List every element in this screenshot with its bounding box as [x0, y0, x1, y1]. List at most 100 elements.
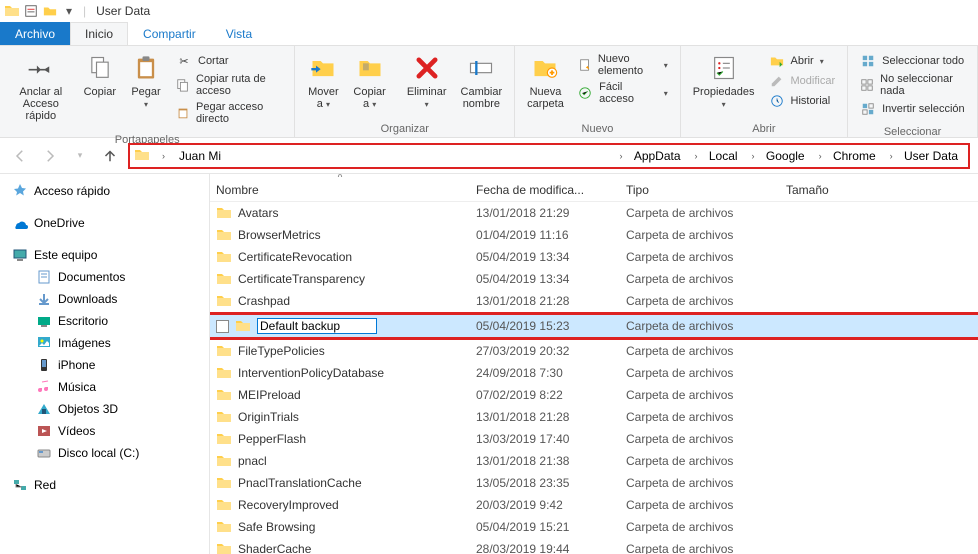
pin-quick-access-button[interactable]: Anclar alAcceso rápido — [6, 50, 76, 124]
breadcrumb-item[interactable]: › AppData — [613, 147, 686, 165]
tab-share[interactable]: Compartir — [128, 22, 211, 45]
paste-shortcut-button[interactable]: Pegar acceso directo — [174, 100, 284, 126]
cut-button[interactable]: ✂ Cortar — [174, 52, 284, 70]
open-button[interactable]: Abrir ▾ — [767, 52, 838, 70]
col-date[interactable]: Fecha de modifica... — [470, 179, 620, 201]
table-row[interactable]: OriginTrials13/01/2018 21:28Carpeta de a… — [210, 406, 978, 428]
table-row[interactable]: BrowserMetrics01/04/2019 11:16Carpeta de… — [210, 224, 978, 246]
address-bar[interactable]: › Juan Mi › AppData › Local › Google › C… — [128, 143, 970, 169]
table-row[interactable]: CertificateRevocation05/04/2019 13:34Car… — [210, 246, 978, 268]
delete-button[interactable]: Eliminar▾ — [401, 50, 453, 112]
file-name: MEIPreload — [238, 388, 301, 402]
sidebar-pc-item[interactable]: iPhone — [0, 354, 209, 376]
file-name: ShaderCache — [238, 542, 311, 554]
tab-file[interactable]: Archivo — [0, 22, 70, 45]
new-item-button[interactable]: Nuevo elemento ▾ — [576, 52, 670, 78]
sidebar-pc-item[interactable]: Objetos 3D — [0, 398, 209, 420]
sidebar-pc-item[interactable]: Documentos — [0, 266, 209, 288]
tab-home[interactable]: Inicio — [70, 22, 128, 45]
dropdown-icon[interactable]: ▾ — [61, 3, 77, 19]
folder-small-icon[interactable] — [42, 3, 58, 19]
back-button[interactable] — [8, 144, 32, 168]
forward-button[interactable] — [38, 144, 62, 168]
item-icon — [36, 313, 52, 329]
file-type: Carpeta de archivos — [620, 430, 780, 448]
sidebar-onedrive[interactable]: OneDrive — [0, 212, 209, 234]
select-all-button[interactable]: Seleccionar todo — [858, 52, 967, 70]
copy-to-button[interactable]: Copiara ▾ — [347, 50, 391, 112]
sidebar-quick-access[interactable]: Acceso rápido — [0, 180, 209, 202]
sidebar-network[interactable]: Red — [0, 474, 209, 496]
paste-button[interactable]: Pegar ▾ — [124, 50, 168, 112]
copy-button[interactable]: Copiar — [78, 50, 122, 100]
copy-label: Copiar — [84, 86, 116, 98]
item-icon — [36, 357, 52, 373]
rename-button[interactable]: Cambiarnombre — [455, 50, 509, 112]
table-row[interactable]: pnacl13/01/2018 21:38Carpeta de archivos — [210, 450, 978, 472]
sidebar-pc-item[interactable]: Disco local (C:) — [0, 442, 209, 464]
paste-label: Pegar — [131, 86, 160, 98]
edit-button[interactable]: Modificar — [767, 72, 838, 90]
recent-locations-button[interactable]: ▾ — [68, 144, 92, 168]
col-name[interactable]: Nombre — [210, 179, 470, 201]
row-checkbox[interactable] — [216, 320, 229, 333]
table-row[interactable]: InterventionPolicyDatabase24/09/2018 7:3… — [210, 362, 978, 384]
properties-icon[interactable] — [23, 3, 39, 19]
move-to-button[interactable]: Movera ▾ — [301, 50, 345, 112]
easy-access-button[interactable]: Fácil acceso ▾ — [576, 80, 670, 106]
sidebar-pc-item[interactable]: Música — [0, 376, 209, 398]
file-type: Carpeta de archivos — [620, 342, 780, 360]
group-open-label: Abrir — [681, 121, 847, 137]
table-row[interactable]: MEIPreload07/02/2019 8:22Carpeta de arch… — [210, 384, 978, 406]
sidebar-this-pc[interactable]: Este equipo — [0, 244, 209, 266]
folder-icon — [216, 365, 232, 381]
tab-view[interactable]: Vista — [211, 22, 267, 45]
folder-icon — [216, 205, 232, 221]
breadcrumb-item[interactable]: › Local — [689, 147, 744, 165]
copy-path-button[interactable]: Copiar ruta de acceso — [174, 72, 284, 98]
table-row[interactable]: FileTypePolicies27/03/2019 20:32Carpeta … — [210, 340, 978, 362]
up-button[interactable] — [98, 144, 122, 168]
sidebar-pc-item[interactable]: Escritorio — [0, 310, 209, 332]
breadcrumb-item[interactable]: Juan Mi — [173, 147, 227, 165]
breadcrumb-root-chevron[interactable]: › — [156, 149, 171, 163]
table-row[interactable]: Safe Browsing05/04/2019 15:21Carpeta de … — [210, 516, 978, 538]
table-row[interactable]: PnaclTranslationCache13/05/2018 23:35Car… — [210, 472, 978, 494]
delete-icon — [411, 52, 443, 84]
paste-shortcut-label: Pegar acceso directo — [196, 101, 282, 125]
nav-sidebar: Acceso rápido OneDrive Este equipo Docum… — [0, 174, 210, 554]
titlebar: ▾ | User Data — [0, 0, 978, 22]
breadcrumb-item[interactable]: › User Data — [884, 147, 964, 165]
history-button[interactable]: Historial — [767, 92, 838, 110]
file-name: OriginTrials — [238, 410, 299, 424]
table-row[interactable]: RecoveryImproved20/03/2019 9:42Carpeta d… — [210, 494, 978, 516]
select-none-button[interactable]: No seleccionar nada — [858, 72, 967, 98]
table-row[interactable]: PepperFlash13/03/2019 17:40Carpeta de ar… — [210, 428, 978, 450]
sidebar-pc-item[interactable]: Downloads — [0, 288, 209, 310]
sidebar-pc-item[interactable]: Imágenes — [0, 332, 209, 354]
file-date: 01/04/2019 11:16 — [470, 226, 620, 244]
table-row[interactable]: CertificateTransparency05/04/2019 13:34C… — [210, 268, 978, 290]
file-type: Carpeta de archivos — [620, 270, 780, 288]
table-row[interactable]: 05/04/2019 15:23Carpeta de archivos — [210, 315, 978, 337]
ribbon: Anclar alAcceso rápido Copiar Pegar ▾ ✂ … — [0, 46, 978, 138]
sidebar-pc-item[interactable]: Vídeos — [0, 420, 209, 442]
table-row[interactable]: Avatars13/01/2018 21:29Carpeta de archiv… — [210, 202, 978, 224]
rename-input[interactable] — [257, 318, 377, 334]
breadcrumb-item[interactable]: › Chrome — [813, 147, 882, 165]
col-size[interactable]: Tamaño — [780, 179, 860, 201]
network-icon — [12, 477, 28, 493]
item-icon — [36, 379, 52, 395]
edit-label: Modificar — [791, 75, 836, 87]
invert-selection-button[interactable]: Invertir selección — [858, 100, 967, 118]
item-icon — [36, 291, 52, 307]
file-name: FileTypePolicies — [238, 344, 325, 358]
file-type: Carpeta de archivos — [620, 496, 780, 514]
table-row[interactable]: Crashpad13/01/2018 21:28Carpeta de archi… — [210, 290, 978, 312]
pin-icon — [25, 52, 57, 84]
table-row[interactable]: ShaderCache28/03/2019 19:44Carpeta de ar… — [210, 538, 978, 554]
new-folder-button[interactable]: Nuevacarpeta — [521, 50, 570, 112]
col-type[interactable]: Tipo — [620, 179, 780, 201]
breadcrumb-item[interactable]: › Google — [746, 147, 811, 165]
properties-button[interactable]: Propiedades▾ — [687, 50, 761, 112]
